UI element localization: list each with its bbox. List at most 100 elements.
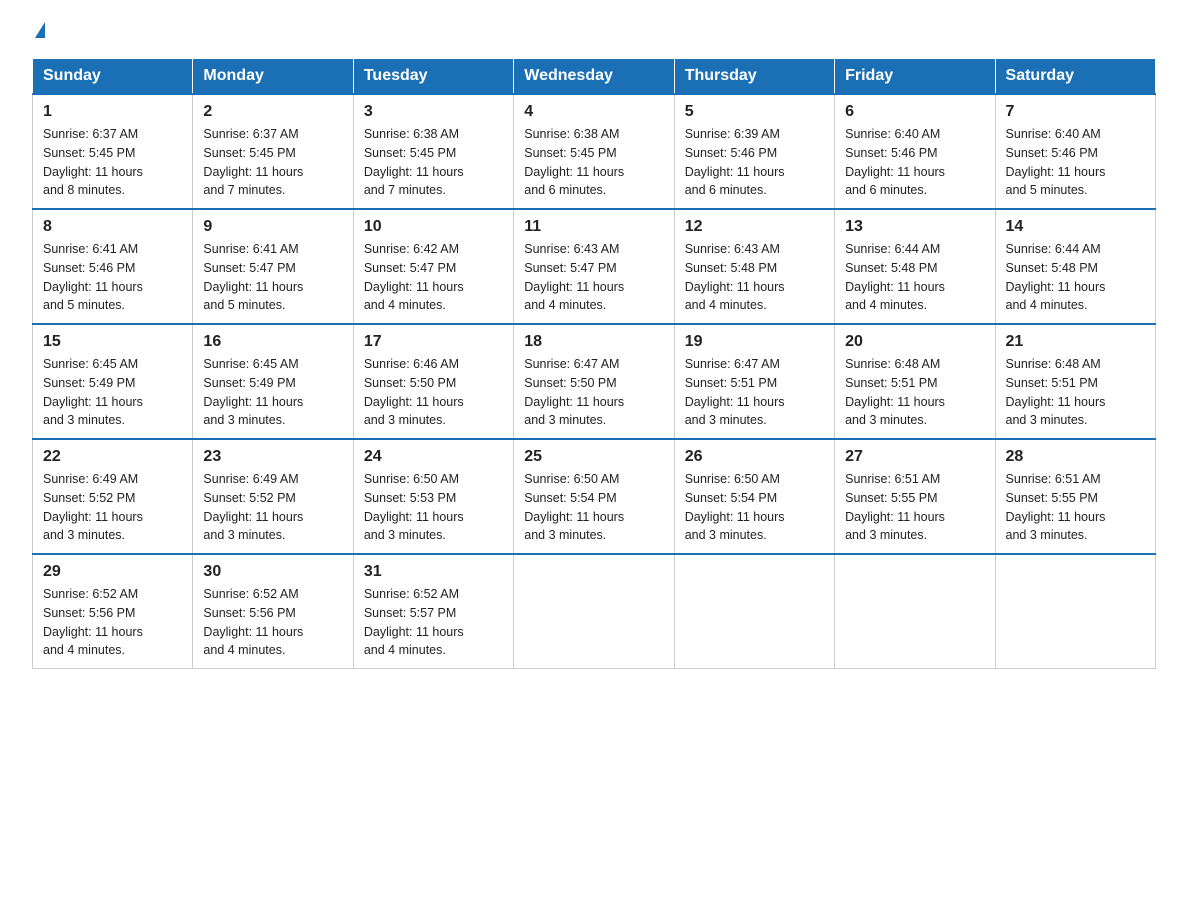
day-number: 7: [1006, 103, 1145, 121]
day-number: 12: [685, 218, 824, 236]
page-header: [32, 24, 1156, 40]
day-info: Sunrise: 6:40 AMSunset: 5:46 PMDaylight:…: [845, 125, 984, 200]
calendar-cell: 11 Sunrise: 6:43 AMSunset: 5:47 PMDayligh…: [514, 209, 674, 324]
calendar-cell: 2 Sunrise: 6:37 AMSunset: 5:45 PMDaylight…: [193, 94, 353, 209]
calendar-cell: 15 Sunrise: 6:45 AMSunset: 5:49 PMDayligh…: [33, 324, 193, 439]
day-number: 24: [364, 448, 503, 466]
day-number: 8: [43, 218, 182, 236]
day-info: Sunrise: 6:50 AMSunset: 5:53 PMDaylight:…: [364, 470, 503, 545]
day-number: 15: [43, 333, 182, 351]
day-of-week-header: Wednesday: [514, 59, 674, 95]
day-info: Sunrise: 6:42 AMSunset: 5:47 PMDaylight:…: [364, 240, 503, 315]
day-number: 29: [43, 563, 182, 581]
day-info: Sunrise: 6:43 AMSunset: 5:48 PMDaylight:…: [685, 240, 824, 315]
logo: [32, 24, 45, 40]
day-number: 6: [845, 103, 984, 121]
calendar-table: SundayMondayTuesdayWednesdayThursdayFrid…: [32, 58, 1156, 669]
calendar-cell: 21 Sunrise: 6:48 AMSunset: 5:51 PMDayligh…: [995, 324, 1155, 439]
day-of-week-header: Thursday: [674, 59, 834, 95]
day-info: Sunrise: 6:37 AMSunset: 5:45 PMDaylight:…: [203, 125, 342, 200]
calendar-cell: 25 Sunrise: 6:50 AMSunset: 5:54 PMDayligh…: [514, 439, 674, 554]
day-number: 10: [364, 218, 503, 236]
calendar-cell: 28 Sunrise: 6:51 AMSunset: 5:55 PMDayligh…: [995, 439, 1155, 554]
day-info: Sunrise: 6:39 AMSunset: 5:46 PMDaylight:…: [685, 125, 824, 200]
day-of-week-header: Monday: [193, 59, 353, 95]
day-number: 3: [364, 103, 503, 121]
day-number: 2: [203, 103, 342, 121]
day-info: Sunrise: 6:47 AMSunset: 5:50 PMDaylight:…: [524, 355, 663, 430]
day-info: Sunrise: 6:50 AMSunset: 5:54 PMDaylight:…: [685, 470, 824, 545]
calendar-cell: 3 Sunrise: 6:38 AMSunset: 5:45 PMDaylight…: [353, 94, 513, 209]
calendar-cell: [514, 554, 674, 669]
day-number: 21: [1006, 333, 1145, 351]
calendar-cell: [835, 554, 995, 669]
day-info: Sunrise: 6:45 AMSunset: 5:49 PMDaylight:…: [43, 355, 182, 430]
day-number: 31: [364, 563, 503, 581]
calendar-cell: 22 Sunrise: 6:49 AMSunset: 5:52 PMDayligh…: [33, 439, 193, 554]
day-number: 13: [845, 218, 984, 236]
calendar-cell: [674, 554, 834, 669]
day-number: 11: [524, 218, 663, 236]
day-info: Sunrise: 6:48 AMSunset: 5:51 PMDaylight:…: [845, 355, 984, 430]
calendar-cell: 19 Sunrise: 6:47 AMSunset: 5:51 PMDayligh…: [674, 324, 834, 439]
day-of-week-header: Saturday: [995, 59, 1155, 95]
day-info: Sunrise: 6:46 AMSunset: 5:50 PMDaylight:…: [364, 355, 503, 430]
day-info: Sunrise: 6:48 AMSunset: 5:51 PMDaylight:…: [1006, 355, 1145, 430]
calendar-cell: [995, 554, 1155, 669]
day-number: 22: [43, 448, 182, 466]
day-info: Sunrise: 6:44 AMSunset: 5:48 PMDaylight:…: [845, 240, 984, 315]
calendar-cell: 20 Sunrise: 6:48 AMSunset: 5:51 PMDayligh…: [835, 324, 995, 439]
calendar-cell: 9 Sunrise: 6:41 AMSunset: 5:47 PMDaylight…: [193, 209, 353, 324]
day-of-week-header: Friday: [835, 59, 995, 95]
day-number: 19: [685, 333, 824, 351]
calendar-cell: 13 Sunrise: 6:44 AMSunset: 5:48 PMDayligh…: [835, 209, 995, 324]
day-number: 25: [524, 448, 663, 466]
day-number: 18: [524, 333, 663, 351]
calendar-cell: 18 Sunrise: 6:47 AMSunset: 5:50 PMDayligh…: [514, 324, 674, 439]
day-number: 9: [203, 218, 342, 236]
day-number: 14: [1006, 218, 1145, 236]
day-info: Sunrise: 6:40 AMSunset: 5:46 PMDaylight:…: [1006, 125, 1145, 200]
day-info: Sunrise: 6:44 AMSunset: 5:48 PMDaylight:…: [1006, 240, 1145, 315]
calendar-cell: 7 Sunrise: 6:40 AMSunset: 5:46 PMDaylight…: [995, 94, 1155, 209]
calendar-cell: 30 Sunrise: 6:52 AMSunset: 5:56 PMDayligh…: [193, 554, 353, 669]
calendar-cell: 8 Sunrise: 6:41 AMSunset: 5:46 PMDaylight…: [33, 209, 193, 324]
calendar-cell: 31 Sunrise: 6:52 AMSunset: 5:57 PMDayligh…: [353, 554, 513, 669]
calendar-cell: 4 Sunrise: 6:38 AMSunset: 5:45 PMDaylight…: [514, 94, 674, 209]
day-number: 20: [845, 333, 984, 351]
calendar-cell: 12 Sunrise: 6:43 AMSunset: 5:48 PMDayligh…: [674, 209, 834, 324]
day-info: Sunrise: 6:45 AMSunset: 5:49 PMDaylight:…: [203, 355, 342, 430]
day-info: Sunrise: 6:49 AMSunset: 5:52 PMDaylight:…: [43, 470, 182, 545]
day-number: 16: [203, 333, 342, 351]
day-number: 23: [203, 448, 342, 466]
day-info: Sunrise: 6:49 AMSunset: 5:52 PMDaylight:…: [203, 470, 342, 545]
day-info: Sunrise: 6:51 AMSunset: 5:55 PMDaylight:…: [1006, 470, 1145, 545]
calendar-cell: 1Sunrise: 6:37 AMSunset: 5:45 PMDaylight…: [33, 94, 193, 209]
calendar-cell: 24 Sunrise: 6:50 AMSunset: 5:53 PMDayligh…: [353, 439, 513, 554]
day-info: Sunrise: 6:52 AMSunset: 5:57 PMDaylight:…: [364, 585, 503, 660]
day-info: Sunrise: 6:41 AMSunset: 5:46 PMDaylight:…: [43, 240, 182, 315]
calendar-cell: 26 Sunrise: 6:50 AMSunset: 5:54 PMDayligh…: [674, 439, 834, 554]
day-number: 4: [524, 103, 663, 121]
day-number: 30: [203, 563, 342, 581]
day-number: 26: [685, 448, 824, 466]
day-info: Sunrise: 6:52 AMSunset: 5:56 PMDaylight:…: [43, 585, 182, 660]
calendar-cell: 27Sunrise: 6:51 AMSunset: 5:55 PMDayligh…: [835, 439, 995, 554]
day-number: 5: [685, 103, 824, 121]
calendar-cell: 5 Sunrise: 6:39 AMSunset: 5:46 PMDaylight…: [674, 94, 834, 209]
day-info: Sunrise: 6:38 AMSunset: 5:45 PMDaylight:…: [364, 125, 503, 200]
day-number: 1: [43, 103, 182, 121]
calendar-cell: 17Sunrise: 6:46 AMSunset: 5:50 PMDayligh…: [353, 324, 513, 439]
day-info: Sunrise: 6:47 AMSunset: 5:51 PMDaylight:…: [685, 355, 824, 430]
day-info: Sunrise: 6:52 AMSunset: 5:56 PMDaylight:…: [203, 585, 342, 660]
calendar-cell: 16 Sunrise: 6:45 AMSunset: 5:49 PMDayligh…: [193, 324, 353, 439]
day-info: Sunrise: 6:38 AMSunset: 5:45 PMDaylight:…: [524, 125, 663, 200]
day-number: 28: [1006, 448, 1145, 466]
day-info: Sunrise: 6:50 AMSunset: 5:54 PMDaylight:…: [524, 470, 663, 545]
day-info: Sunrise: 6:43 AMSunset: 5:47 PMDaylight:…: [524, 240, 663, 315]
calendar-cell: 23 Sunrise: 6:49 AMSunset: 5:52 PMDayligh…: [193, 439, 353, 554]
calendar-cell: 14 Sunrise: 6:44 AMSunset: 5:48 PMDayligh…: [995, 209, 1155, 324]
calendar-cell: 6 Sunrise: 6:40 AMSunset: 5:46 PMDaylight…: [835, 94, 995, 209]
day-info: Sunrise: 6:41 AMSunset: 5:47 PMDaylight:…: [203, 240, 342, 315]
day-number: 27: [845, 448, 984, 466]
